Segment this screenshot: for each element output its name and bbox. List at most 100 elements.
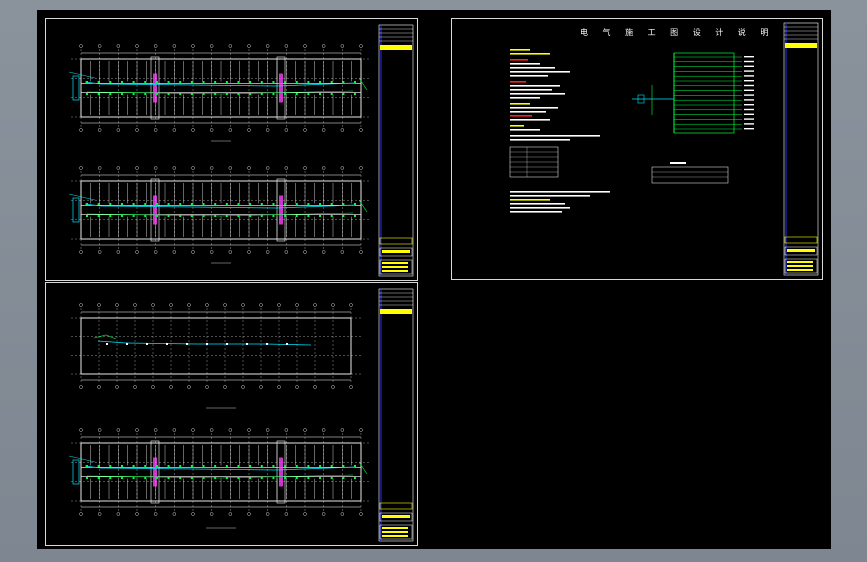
light-fixture — [330, 203, 333, 205]
axis-bubble — [153, 512, 158, 516]
light-fixture — [109, 477, 112, 479]
axis-bubble — [172, 512, 177, 516]
axis-bubble — [153, 250, 158, 254]
axis-bubble — [172, 128, 177, 132]
light-fixture — [272, 477, 275, 479]
floor-plans-drawing — [68, 24, 414, 277]
light-fixture — [260, 203, 263, 205]
note-text-line — [510, 211, 562, 213]
stair-marker — [279, 457, 283, 487]
title-block-label — [382, 250, 410, 253]
axis-bubble — [97, 385, 101, 389]
axis-bubble — [284, 166, 289, 170]
light-fixture — [354, 465, 356, 467]
sheet-floor-plans-upper[interactable] — [45, 18, 418, 281]
axis-bubble — [205, 385, 209, 389]
axis-bubble — [209, 44, 214, 48]
axis-bubble — [116, 250, 121, 254]
axis-bubble — [359, 44, 363, 48]
light-fixture — [237, 203, 240, 205]
axis-bubble — [284, 428, 289, 432]
light-fixture — [202, 215, 205, 217]
light-fixture — [272, 215, 275, 217]
riser-circuit-label — [744, 80, 754, 82]
stair-marker — [279, 73, 283, 103]
light-fixture — [202, 203, 205, 205]
light-fixture — [225, 93, 228, 95]
equipment-table-caption — [670, 162, 686, 164]
axis-bubble — [277, 303, 281, 307]
light-fixture — [190, 81, 193, 83]
axis-bubble — [247, 128, 251, 132]
light-fixture — [86, 477, 88, 479]
sheet-floor-plans-lower[interactable] — [45, 282, 418, 546]
axis-bubble — [191, 166, 195, 170]
axis-bubble — [191, 44, 195, 48]
note-text-line — [510, 129, 540, 131]
light-fixture — [155, 477, 158, 479]
light-fixture — [354, 81, 356, 83]
light-fixture — [260, 477, 263, 479]
light-fixture — [284, 465, 287, 467]
light-fixture — [120, 81, 123, 83]
light-fixture — [225, 203, 228, 205]
light-fixture — [284, 81, 287, 83]
axis-bubble — [116, 44, 121, 48]
light-fixture — [330, 465, 333, 467]
light-fixture — [246, 343, 248, 345]
axis-bubble — [223, 303, 227, 307]
light-fixture — [319, 477, 322, 479]
axis-bubble — [265, 428, 270, 432]
light-fixture — [272, 93, 275, 95]
axis-bubble — [79, 303, 83, 307]
axis-bubble — [172, 250, 177, 254]
light-fixture — [319, 465, 322, 467]
title-block-label — [382, 527, 408, 529]
sheet-design-notes[interactable] — [451, 18, 823, 280]
axis-bubble — [97, 428, 102, 432]
riser-circuit-label — [744, 56, 754, 58]
title-block-label — [787, 265, 813, 267]
light-fixture — [295, 215, 298, 217]
light-fixture — [284, 203, 287, 205]
axis-bubble — [228, 44, 233, 48]
axis-bubble — [135, 428, 139, 432]
light-fixture — [272, 203, 275, 205]
axis-bubble — [313, 303, 317, 307]
light-fixture — [167, 477, 170, 479]
axis-bubble — [295, 303, 299, 307]
axis-bubble — [209, 166, 214, 170]
light-fixture — [206, 343, 208, 345]
note-text-line — [510, 89, 552, 91]
axis-bubble — [228, 166, 233, 170]
cad-drawing-viewport[interactable]: 电 气 施 工 图 设 计 说 明 — [37, 10, 831, 549]
axis-bubble — [79, 428, 83, 432]
light-fixture — [342, 81, 345, 83]
light-fixture — [354, 93, 356, 95]
light-fixture — [354, 203, 356, 205]
light-fixture — [342, 203, 345, 205]
axis-bubble — [79, 385, 83, 389]
riser-circuit-label — [744, 118, 754, 120]
light-fixture — [155, 203, 158, 205]
note-text-line — [510, 203, 565, 205]
axis-bubble — [191, 428, 195, 432]
axis-bubble — [241, 303, 245, 307]
axis-bubble — [172, 166, 177, 170]
light-fixture — [179, 93, 182, 95]
axis-bubble — [115, 303, 119, 307]
title-block-cell — [379, 237, 413, 245]
light-fixture — [237, 215, 240, 217]
light-fixture — [249, 215, 252, 217]
note-text-line — [510, 111, 546, 113]
light-fixture — [342, 465, 345, 467]
axis-bubble — [359, 428, 363, 432]
light-fixture — [295, 203, 298, 205]
light-fixture — [319, 93, 322, 95]
stair-marker — [153, 73, 157, 103]
axis-bubble — [191, 512, 195, 516]
title-block-cell — [784, 236, 818, 244]
light-fixture — [132, 203, 135, 205]
light-fixture — [354, 477, 356, 479]
riser-circuit-label — [744, 60, 754, 63]
